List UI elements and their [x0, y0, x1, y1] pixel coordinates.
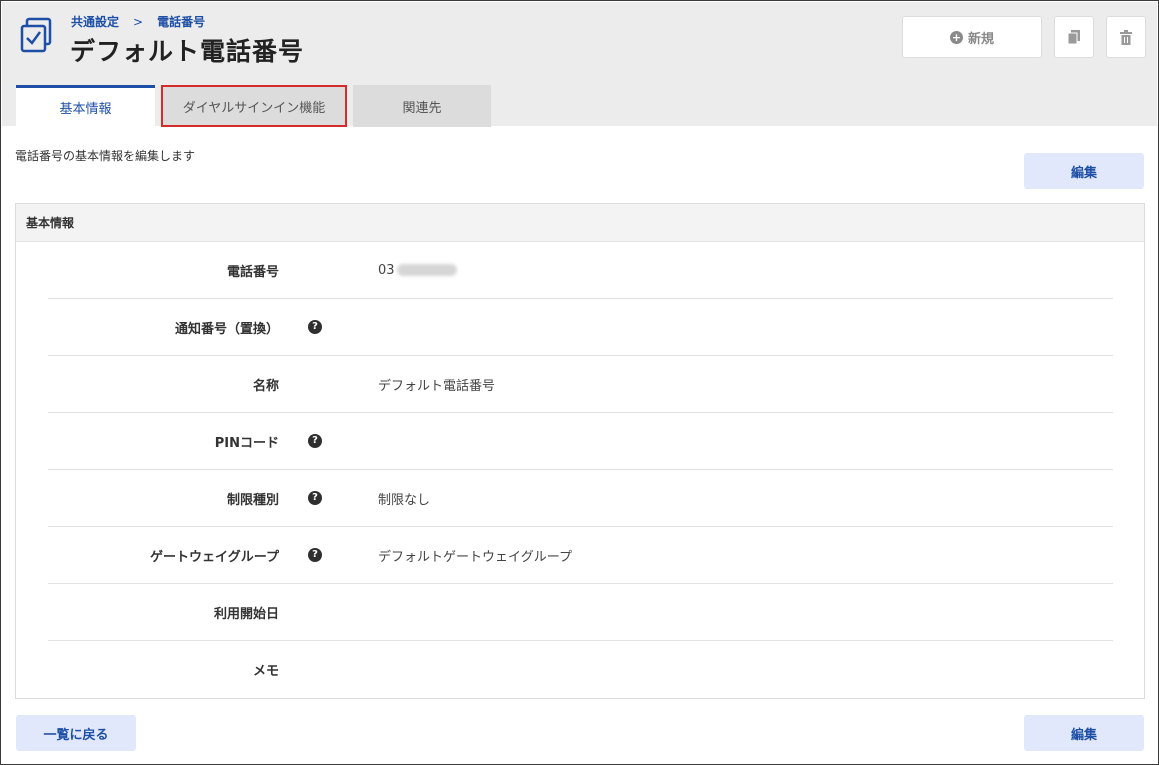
- new-button-label: 新規: [967, 31, 994, 47]
- help-icon[interactable]: ?: [308, 434, 322, 448]
- breadcrumb: 共通設定 > 電話番号: [71, 13, 205, 30]
- back-to-list-button[interactable]: 一覧に戻る: [16, 715, 136, 751]
- field-label: メモ: [252, 663, 279, 679]
- breadcrumb-item-phone-number[interactable]: 電話番号: [157, 13, 205, 30]
- field-row-caller-id: 通知番号（置換） ?: [48, 299, 1113, 356]
- field-label: 制限種別: [226, 492, 279, 508]
- field-label: 名称: [252, 378, 279, 394]
- redacted-number: [396, 264, 457, 276]
- plus-circle-icon: +: [949, 30, 963, 44]
- edit-button-top[interactable]: 編集: [1024, 153, 1144, 189]
- field-label: 利用開始日: [213, 606, 279, 622]
- field-value: デフォルト電話番号: [378, 378, 496, 394]
- panel-title: 基本情報: [16, 204, 1144, 242]
- field-value: 制限なし: [378, 492, 431, 508]
- field-value: 03: [378, 242, 457, 298]
- breadcrumb-item-common-settings[interactable]: 共通設定: [71, 13, 119, 30]
- tab-dial-sign-in[interactable]: ダイヤルサインイン機能: [161, 85, 347, 127]
- basic-info-panel: 基本情報 電話番号 03 通知番号（置換） ? 名称 デフォルト電話番号 PIN…: [15, 203, 1145, 699]
- field-row-memo: メモ: [48, 641, 1113, 698]
- field-row-gateway-group: ゲートウェイグループ ? デフォルトゲートウェイグループ: [48, 527, 1113, 584]
- field-label: 通知番号（置換）: [174, 321, 279, 337]
- trash-icon: [1120, 29, 1132, 45]
- copy-button[interactable]: [1054, 16, 1094, 58]
- help-icon[interactable]: ?: [308, 320, 322, 334]
- field-row-start-date: 利用開始日: [48, 584, 1113, 641]
- page-header: 共通設定 > 電話番号 デフォルト電話番号 + 新規 基本情報 ダイヤルサインイ…: [2, 2, 1157, 127]
- help-icon[interactable]: ?: [308, 491, 322, 505]
- new-button[interactable]: + 新規: [902, 16, 1042, 58]
- delete-button[interactable]: [1106, 16, 1146, 58]
- app-window: 共通設定 > 電話番号 デフォルト電話番号 + 新規 基本情報 ダイヤルサインイ…: [0, 0, 1159, 765]
- breadcrumb-separator: >: [133, 14, 144, 29]
- help-icon[interactable]: ?: [308, 548, 322, 562]
- field-list: 電話番号 03 通知番号（置換） ? 名称 デフォルト電話番号 PINコード ?: [48, 242, 1113, 698]
- field-label: ゲートウェイグループ: [150, 549, 279, 565]
- phone-number-value: 03: [378, 262, 395, 278]
- field-row-phone-number: 電話番号 03: [48, 242, 1113, 299]
- field-row-pin-code: PINコード ?: [48, 413, 1113, 470]
- page-description: 電話番号の基本情報を編集します: [15, 149, 196, 163]
- field-label: 電話番号: [226, 264, 279, 280]
- page-title: デフォルト電話番号: [70, 37, 305, 66]
- field-row-name: 名称 デフォルト電話番号: [48, 356, 1113, 413]
- field-value: デフォルトゲートウェイグループ: [378, 549, 572, 565]
- checklist-icon: [20, 17, 52, 53]
- tab-bar: 基本情報 ダイヤルサインイン機能 関連先: [16, 85, 491, 127]
- edit-button-bottom[interactable]: 編集: [1024, 715, 1144, 751]
- tab-related[interactable]: 関連先: [353, 85, 491, 127]
- field-row-restriction-type: 制限種別 ? 制限なし: [48, 470, 1113, 527]
- tab-basic-info[interactable]: 基本情報: [16, 85, 155, 127]
- field-label: PINコード: [214, 435, 279, 451]
- copy-icon: [1067, 30, 1080, 45]
